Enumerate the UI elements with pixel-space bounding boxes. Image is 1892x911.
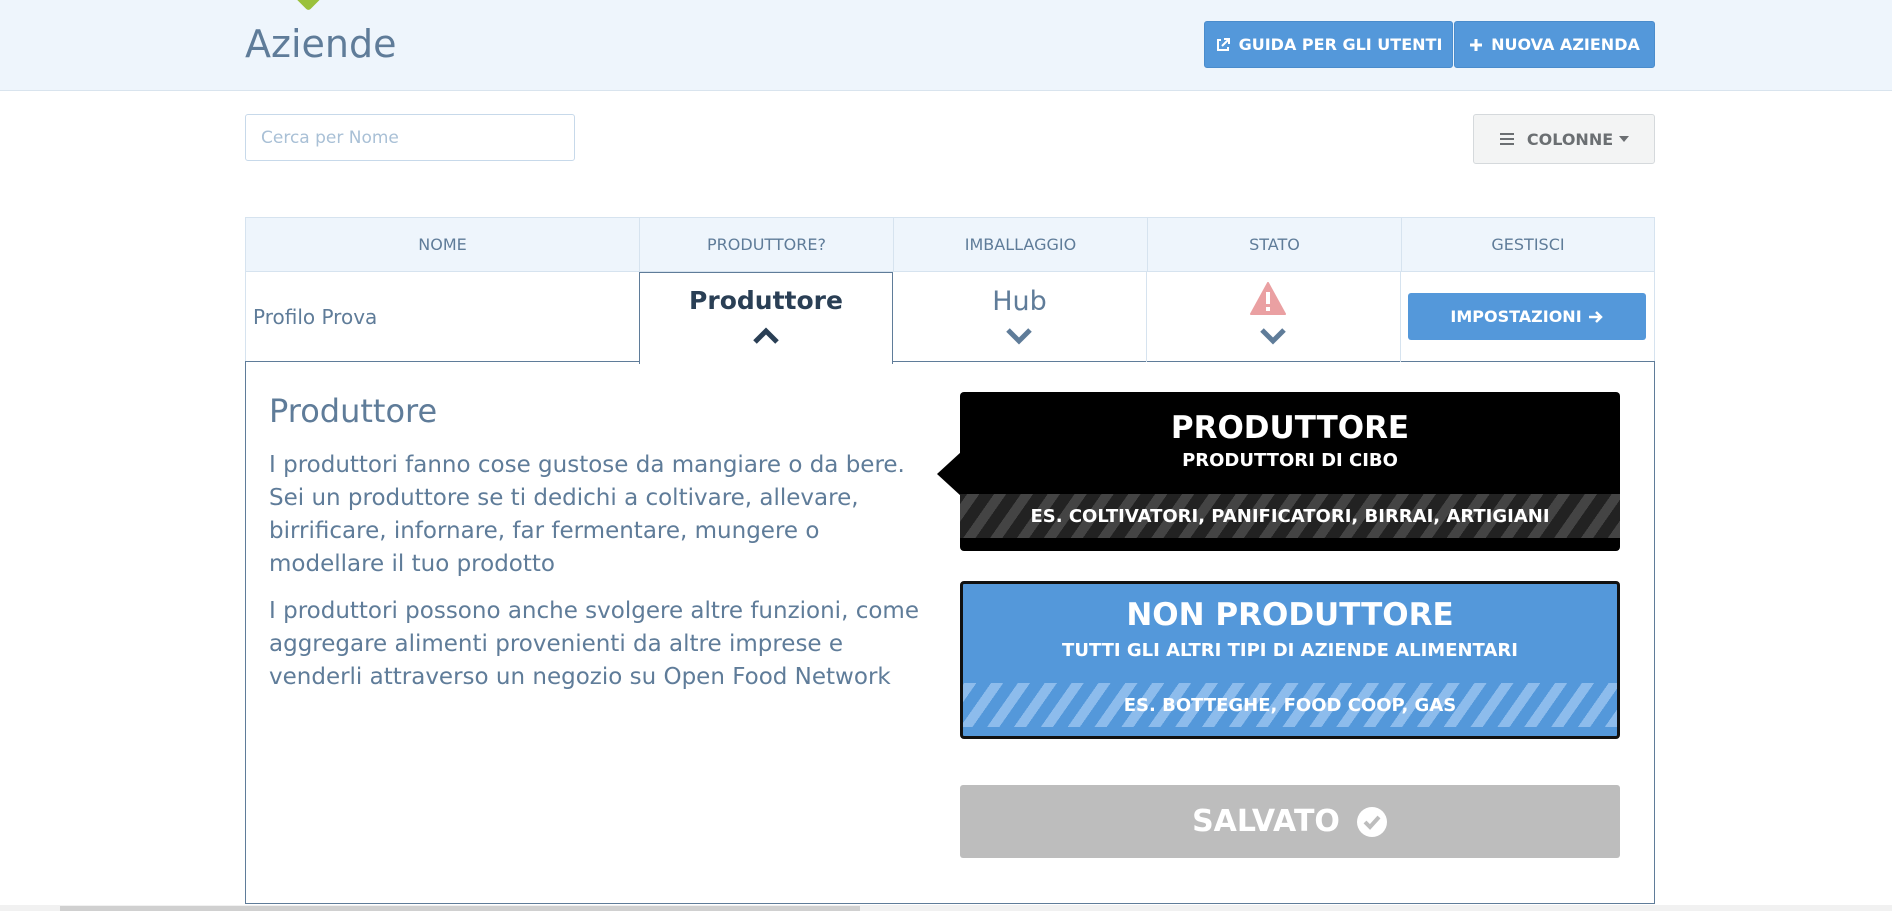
producer-option-examples: ES. COLTIVATORI, PANIFICATORI, BIRRAI, A… bbox=[960, 494, 1620, 538]
column-header-producer[interactable]: PRODUTTORE? bbox=[640, 218, 894, 271]
settings-button[interactable]: IMPOSTAZIONI bbox=[1408, 293, 1646, 340]
list-icon bbox=[1499, 133, 1514, 145]
chevron-up-icon[interactable] bbox=[753, 327, 779, 345]
chevron-down-icon[interactable] bbox=[1260, 327, 1286, 345]
non-producer-option-examples: ES. BOTTEGHE, FOOD COOP, GAS bbox=[963, 683, 1617, 727]
panel-title: Produttore bbox=[269, 392, 438, 430]
table-header: NOME PRODUTTORE? IMBALLAGGIO STATO GESTI… bbox=[245, 217, 1655, 272]
page-title: Aziende bbox=[245, 22, 397, 66]
user-guide-label: GUIDA PER GLI UTENTI bbox=[1238, 35, 1443, 54]
non-producer-option-title: NON PRODUTTORE bbox=[1126, 597, 1454, 633]
arrow-right-icon bbox=[1588, 310, 1603, 323]
cell-divider bbox=[1146, 272, 1147, 362]
non-producer-option-card[interactable]: NON PRODUTTORE TUTTI GLI ALTRI TIPI DI A… bbox=[960, 581, 1620, 739]
non-producer-option-subtitle: TUTTI GLI ALTRI TIPI DI AZIENDE ALIMENTA… bbox=[1062, 640, 1518, 661]
new-enterprise-label: NUOVA AZIENDA bbox=[1491, 35, 1640, 54]
producer-value: Produttore bbox=[689, 286, 843, 315]
panel-description-secondary: I produttori possono anche svolgere altr… bbox=[269, 598, 919, 690]
check-circle-icon bbox=[1356, 806, 1387, 837]
external-link-icon bbox=[1216, 37, 1230, 51]
packaging-value[interactable]: Hub bbox=[893, 286, 1146, 317]
saved-button[interactable]: SALVATO bbox=[960, 785, 1620, 858]
search-input[interactable] bbox=[245, 114, 575, 161]
producer-option-card[interactable]: PRODUTTORE PRODUTTORI DI CIBO ES. COLTIV… bbox=[960, 392, 1620, 551]
enterprise-name[interactable]: Profilo Prova bbox=[253, 305, 377, 329]
plus-icon bbox=[1470, 38, 1483, 51]
logo-fragment bbox=[292, 0, 322, 12]
column-header-packaging[interactable]: IMBALLAGGIO bbox=[894, 218, 1148, 271]
columns-dropdown-button[interactable]: COLONNE bbox=[1473, 114, 1655, 164]
warning-icon[interactable] bbox=[1250, 282, 1286, 316]
columns-label: COLONNE bbox=[1526, 129, 1614, 149]
scrollbar-thumb[interactable] bbox=[60, 906, 860, 911]
producer-option-title: PRODUTTORE bbox=[1170, 410, 1410, 446]
cell-divider bbox=[1400, 272, 1401, 362]
column-header-manage[interactable]: GESTISCI bbox=[1402, 218, 1654, 271]
chevron-down-icon[interactable] bbox=[1006, 327, 1032, 345]
user-guide-button[interactable]: GUIDA PER GLI UTENTI bbox=[1204, 21, 1453, 68]
selection-pointer bbox=[937, 452, 961, 496]
new-enterprise-button[interactable]: NUOVA AZIENDA bbox=[1454, 21, 1655, 68]
column-header-name[interactable]: NOME bbox=[246, 218, 640, 271]
saved-label: SALVATO bbox=[1192, 804, 1340, 839]
settings-label: IMPOSTAZIONI bbox=[1450, 307, 1582, 326]
column-header-status[interactable]: STATO bbox=[1148, 218, 1402, 271]
panel-description: I produttori fanno cose gustose da mangi… bbox=[269, 452, 905, 577]
producer-option-subtitle: PRODUTTORI DI CIBO bbox=[1182, 450, 1398, 471]
caret-down-icon bbox=[1619, 136, 1630, 142]
